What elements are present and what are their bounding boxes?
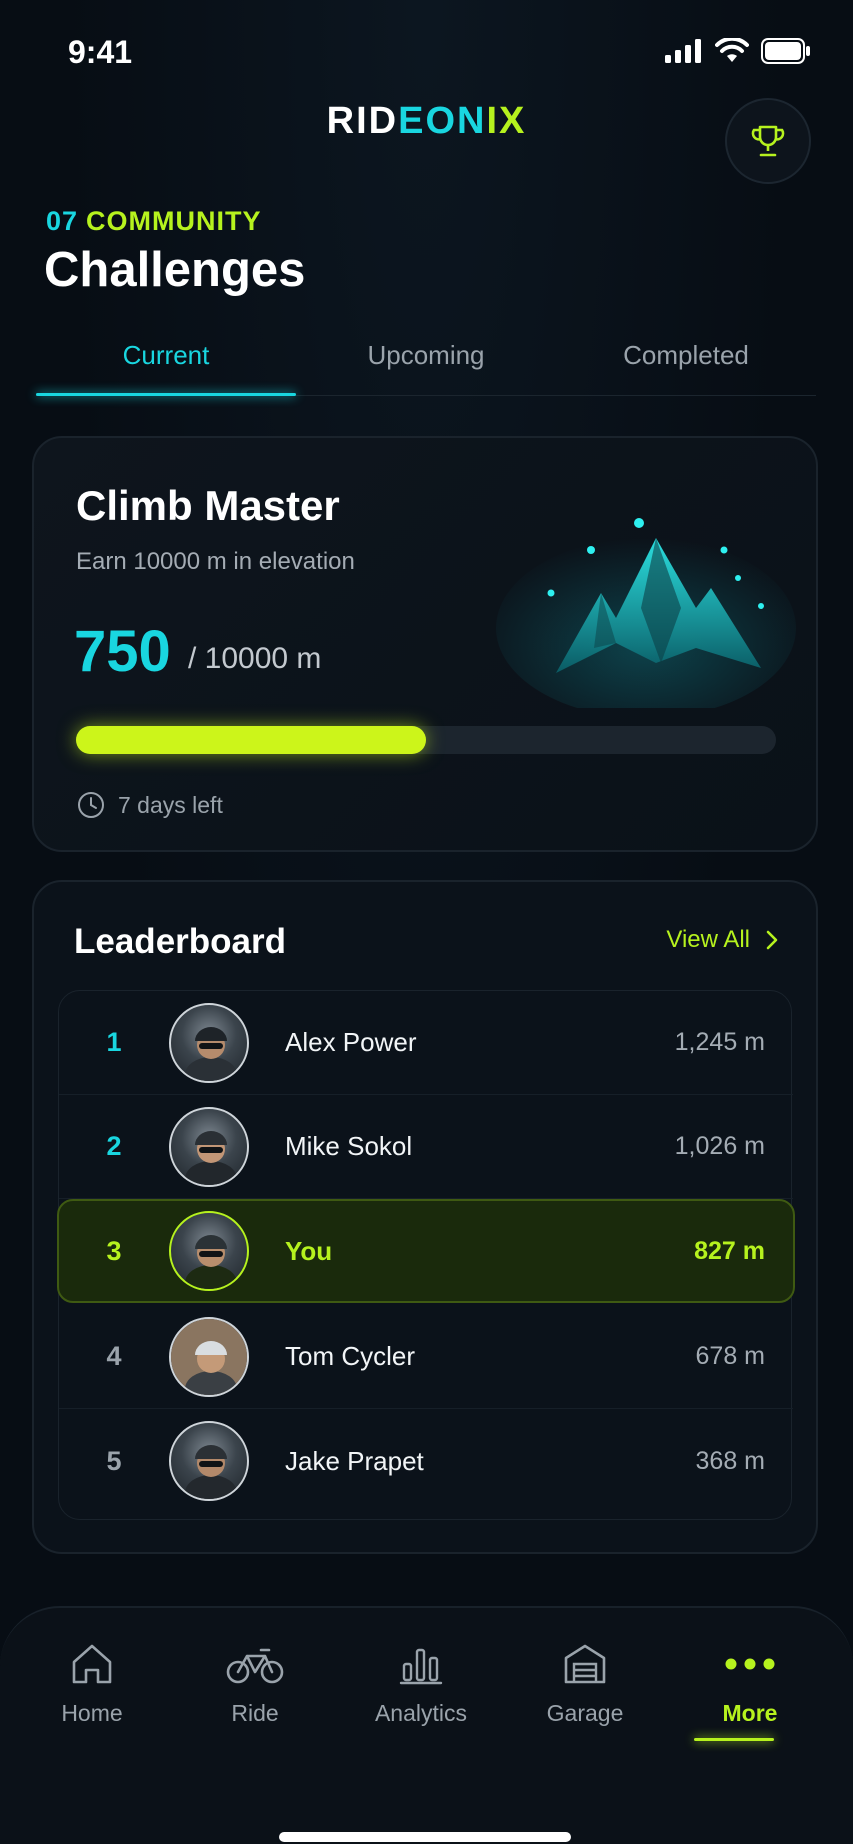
brand-part-2: EON xyxy=(398,100,487,142)
garage-icon xyxy=(564,1644,606,1684)
brand-part-3: IX xyxy=(486,100,527,142)
section-kicker: 07 COMMUNITY xyxy=(46,206,262,237)
wifi-icon xyxy=(715,38,749,62)
brand-part-1: RID xyxy=(326,100,399,142)
leaderboard-card: Leaderboard View All 1 Alex Power 1,245 … xyxy=(32,880,818,1554)
app-screen: 9:41 RIDEONIX 07 COMMUNITY Challenges Cu… xyxy=(0,0,853,1844)
page-title: Challenges xyxy=(44,243,306,297)
tab-completed[interactable]: Completed xyxy=(556,330,816,395)
leaderboard-distance: 1,245 m xyxy=(674,1028,765,1056)
trophy-icon xyxy=(751,125,785,157)
bottom-nav: Home Ride Analytics Garage More xyxy=(0,1606,853,1844)
challenge-title: Climb Master xyxy=(76,482,340,529)
battery-icon xyxy=(761,38,810,64)
mountain-illustration xyxy=(496,518,796,708)
challenge-progress-total: / 10000 m xyxy=(188,642,322,675)
leaderboard-row[interactable]: 5 Jake Prapet 368 m xyxy=(59,1409,793,1513)
leaderboard-distance: 1,026 m xyxy=(674,1132,765,1160)
nav-home[interactable]: Home xyxy=(17,1636,167,1727)
nav-more[interactable]: More xyxy=(675,1636,825,1727)
leaderboard-name: Jake Prapet xyxy=(285,1445,424,1476)
nav-label: More xyxy=(722,1700,778,1726)
avatar xyxy=(169,1106,249,1187)
time-left-label: 7 days left xyxy=(118,791,223,818)
avatar xyxy=(169,1421,249,1501)
challenge-progress-bar xyxy=(76,726,776,754)
bar-chart-icon xyxy=(399,1648,443,1685)
challenge-tabs: Current Upcoming Completed xyxy=(36,330,816,396)
nav-active-indicator xyxy=(694,1738,774,1741)
chevron-right-icon xyxy=(766,930,778,950)
leaderboard-distance: 368 m xyxy=(695,1446,765,1475)
clock-icon xyxy=(78,792,104,818)
leaderboard-list: 1 Alex Power 1,245 m 2 Mike Sokol 1,026 … xyxy=(57,990,795,1520)
status-icons xyxy=(665,38,811,64)
challenge-card[interactable]: Climb Master Earn 10000 m in elevation 7… xyxy=(32,436,818,852)
leaderboard-row[interactable]: 2 Mike Sokol 1,026 m xyxy=(59,1095,793,1199)
view-all-link[interactable]: View All xyxy=(666,926,780,954)
leaderboard-name: You xyxy=(285,1235,333,1266)
leaderboard-rank: 2 xyxy=(106,1131,122,1161)
section-label: COMMUNITY xyxy=(86,206,262,236)
nav-label: Garage xyxy=(546,1700,624,1726)
nav-label: Analytics xyxy=(374,1700,468,1726)
nav-label: Home xyxy=(61,1700,123,1726)
leaderboard-name: Tom Cycler xyxy=(285,1341,416,1371)
leaderboard-rank: 5 xyxy=(106,1445,122,1476)
home-icon xyxy=(72,1644,112,1684)
bicycle-icon xyxy=(226,1648,284,1684)
nav-ride[interactable]: Ride xyxy=(180,1636,330,1727)
status-time: 9:41 xyxy=(68,34,133,70)
more-dots-icon xyxy=(725,1658,775,1670)
challenge-progress-fill xyxy=(76,726,426,754)
leaderboard-title: Leaderboard xyxy=(74,922,286,961)
leaderboard-rank: 4 xyxy=(106,1341,122,1371)
tab-upcoming[interactable]: Upcoming xyxy=(296,330,556,395)
leaderboard-rank: 3 xyxy=(106,1235,122,1266)
avatar xyxy=(169,1211,249,1291)
status-bar: 9:41 xyxy=(0,0,853,100)
view-all-label: View All xyxy=(666,926,750,953)
nav-garage[interactable]: Garage xyxy=(510,1636,660,1727)
leaderboard-name: Alex Power xyxy=(285,1027,417,1057)
leaderboard-rank: 1 xyxy=(106,1027,122,1057)
avatar xyxy=(169,1316,249,1397)
leaderboard-distance: 678 m xyxy=(695,1342,765,1370)
avatar xyxy=(169,1002,249,1083)
leaderboard-name: Mike Sokol xyxy=(285,1131,413,1161)
section-number: 07 xyxy=(46,206,79,236)
challenge-progress-value: 750 xyxy=(74,619,171,684)
time-left: 7 days left xyxy=(76,790,223,820)
leaderboard-row[interactable]: 1 Alex Power 1,245 m xyxy=(59,991,793,1095)
tab-current[interactable]: Current xyxy=(36,330,296,396)
nav-analytics[interactable]: Analytics xyxy=(346,1636,496,1727)
nav-label: Ride xyxy=(231,1700,279,1726)
trophy-button[interactable] xyxy=(725,98,811,184)
signal-icon xyxy=(665,39,701,63)
leaderboard-row[interactable]: 4 Tom Cycler 678 m xyxy=(59,1305,793,1409)
leaderboard-row-you[interactable]: 3 You 827 m xyxy=(57,1199,795,1303)
challenge-description: Earn 10000 m in elevation xyxy=(76,548,355,575)
home-indicator[interactable] xyxy=(279,1832,571,1842)
leaderboard-distance: 827 m xyxy=(694,1236,765,1265)
